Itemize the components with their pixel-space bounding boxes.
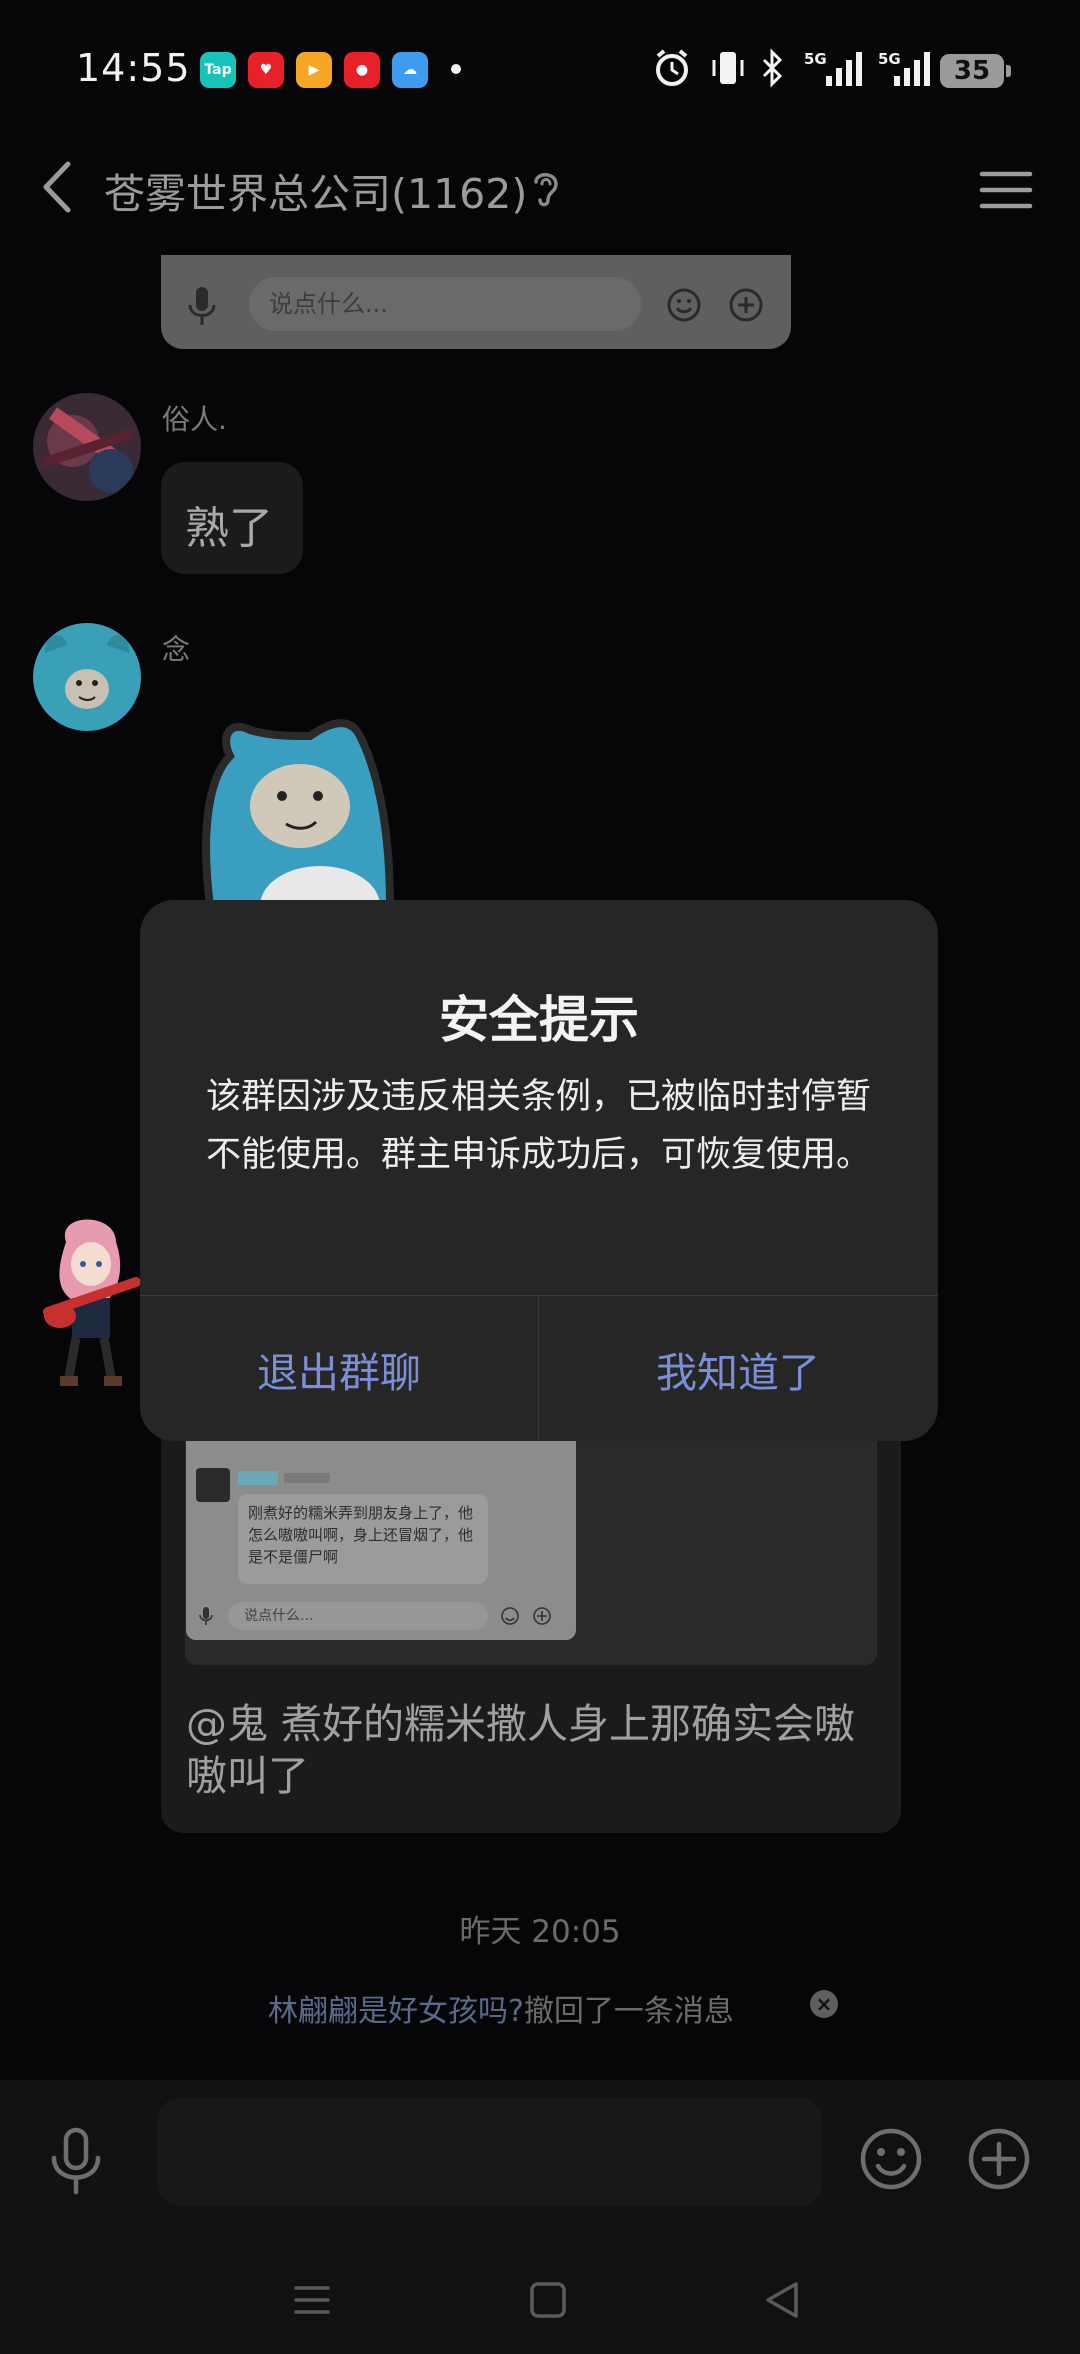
security-alert-dialog: 安全提示 该群因涉及违反相关条例，已被临时封停暂不能使用。群主申诉成功后，可恢复…	[140, 900, 938, 1441]
dialog-title: 安全提示	[439, 991, 639, 1049]
exit-group-button[interactable]: 退出群聊	[140, 1296, 538, 1441]
acknowledge-button[interactable]: 我知道了	[539, 1296, 937, 1441]
dialog-message: 该群因涉及违反相关条例，已被临时封停暂不能使用。群主申诉成功后，可恢复使用。	[206, 1077, 872, 1175]
